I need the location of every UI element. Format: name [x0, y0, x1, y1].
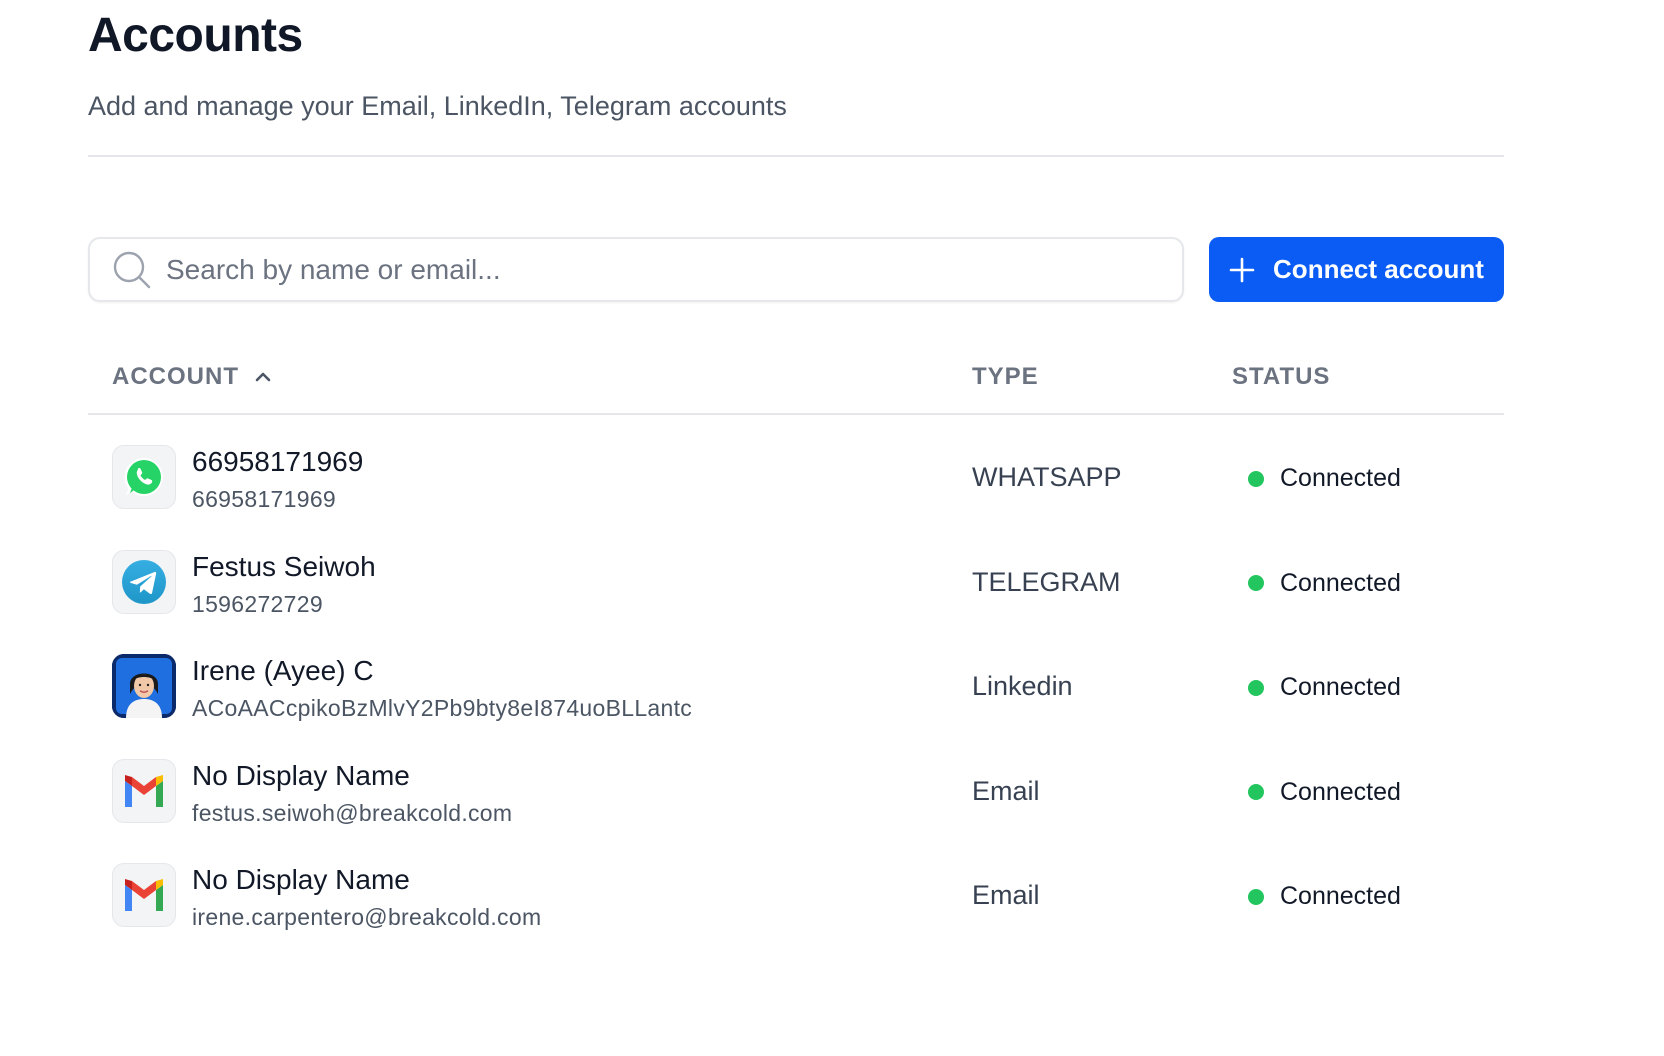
- account-type: Email: [972, 880, 1040, 910]
- table-row[interactable]: No Display Name irene.carpentero@breakco…: [88, 858, 1504, 963]
- table-row[interactable]: 66958171969 66958171969 WHATSAPP Connect…: [88, 440, 1504, 545]
- page-subtitle: Add and manage your Email, LinkedIn, Tel…: [88, 91, 787, 121]
- status-badge: Connected: [1248, 464, 1401, 493]
- account-name: No Display Name: [192, 864, 410, 895]
- status-dot-icon: [1248, 679, 1264, 696]
- status-badge: Connected: [1248, 882, 1401, 911]
- connect-account-label: Connect account: [1273, 254, 1484, 284]
- account-identifier: 1596272729: [192, 590, 323, 617]
- column-header-account[interactable]: ACCOUNT: [112, 363, 273, 391]
- account-type: Email: [972, 775, 1040, 806]
- table-row[interactable]: Festus Seiwoh 1596272729 TELEGRAM Connec…: [88, 545, 1504, 650]
- account-identifier: irene.carpentero@breakcold.com: [192, 904, 542, 930]
- plus-icon: [1229, 257, 1255, 282]
- table-row[interactable]: No Display Name festus.seiwoh@breakcold.…: [88, 754, 1504, 859]
- account-name: Irene (Ayee) C: [192, 655, 374, 686]
- search-input[interactable]: [166, 253, 1126, 286]
- status-text: Connected: [1280, 673, 1401, 701]
- status-badge: Connected: [1248, 778, 1401, 807]
- account-type: WHATSAPP: [972, 462, 1122, 492]
- column-header-type-label: TYPE: [972, 363, 1039, 390]
- whatsapp-icon: [112, 445, 176, 509]
- gmail-icon: [112, 863, 176, 927]
- connect-account-button[interactable]: Connect account: [1209, 237, 1504, 302]
- toolbar: Connect account: [88, 237, 1504, 302]
- account-name: No Display Name: [192, 759, 410, 791]
- column-header-status[interactable]: STATUS: [1232, 363, 1330, 391]
- search-box[interactable]: [88, 237, 1184, 302]
- table-row[interactable]: Irene (Ayee) C ACoAACcpikoBzMlvY2Pb9bty8…: [88, 649, 1504, 754]
- header-divider: [88, 155, 1504, 157]
- status-dot-icon: [1248, 888, 1264, 905]
- table-header: ACCOUNT TYPE STATUS: [88, 355, 1504, 415]
- status-text: Connected: [1280, 777, 1401, 806]
- profile-photo: [112, 654, 176, 718]
- status-badge: Connected: [1248, 569, 1401, 598]
- column-header-type[interactable]: TYPE: [972, 363, 1039, 391]
- status-dot-icon: [1248, 784, 1264, 800]
- status-dot-icon: [1248, 470, 1264, 487]
- search-icon: [110, 248, 154, 292]
- page-header: Accounts Add and manage your Email, Link…: [88, 0, 1504, 122]
- account-type: TELEGRAM: [972, 566, 1121, 597]
- status-text: Connected: [1280, 568, 1401, 597]
- account-identifier: festus.seiwoh@breakcold.com: [192, 799, 513, 826]
- account-name: Festus Seiwoh: [192, 550, 376, 582]
- column-header-account-label: ACCOUNT: [112, 363, 239, 390]
- account-identifier: 66958171969: [192, 486, 337, 512]
- status-text: Connected: [1280, 464, 1401, 492]
- account-identifier: ACoAACcpikoBzMlvY2Pb9bty8eI874uoBLLantc: [192, 695, 693, 721]
- accounts-table-body: 66958171969 66958171969 WHATSAPP Connect…: [88, 440, 1504, 963]
- chevron-up-icon: [255, 372, 271, 382]
- status-badge: Connected: [1248, 673, 1401, 702]
- column-header-status-label: STATUS: [1232, 363, 1331, 390]
- telegram-icon: [112, 549, 176, 614]
- accounts-page: Accounts Add and manage your Email, Link…: [0, 0, 1664, 1056]
- account-type: Linkedin: [972, 671, 1073, 701]
- page-title: Accounts: [88, 9, 303, 62]
- gmail-icon: [112, 758, 176, 823]
- status-dot-icon: [1248, 575, 1264, 591]
- status-text: Connected: [1280, 882, 1401, 910]
- account-name: 66958171969: [192, 446, 364, 477]
